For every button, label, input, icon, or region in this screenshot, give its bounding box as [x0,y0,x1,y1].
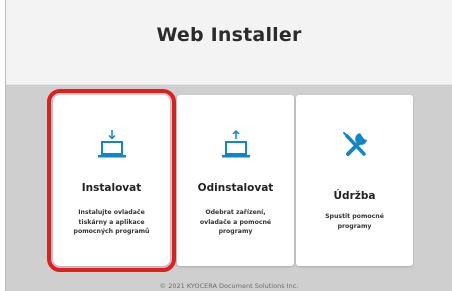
app-header: Web Installer [6,0,452,85]
install-card-description: Instalujte ovladače tiskárny a aplikace … [61,208,162,237]
laptop-upload-icon [177,128,294,162]
maintenance-card[interactable]: Údržba Spustit pomocné programy [296,95,413,266]
install-desc-line: Instalujte ovladače [78,209,145,216]
maintenance-desc-line: Spustit pomocné [325,213,384,220]
uninstall-card[interactable]: Odinstalovat Odebrat zařízení, ovladače … [177,95,294,266]
uninstall-desc-line: Odebrat zařízení, [205,209,266,216]
maintenance-desc-line: programy [337,222,372,230]
uninstall-card-description: Odebrat zařízení, ovladače a pomocné pro… [185,208,286,237]
maintenance-card-title: Údržba [333,190,376,202]
install-desc-line: tiskárny a aplikace [78,218,145,226]
uninstall-card-title: Odinstalovat [197,182,274,194]
maintenance-card-description: Spustit pomocné programy [304,212,405,231]
uninstall-desc-line: ovladače a pomocné [199,218,272,226]
install-card[interactable]: Instalovat Instalujte ovladače tiskárny … [47,89,176,272]
install-card-title: Instalovat [81,182,142,194]
main-panel: Instalovat Instalujte ovladače tiskárny … [6,85,452,291]
laptop-download-icon [53,128,170,162]
uninstall-desc-line: programy [218,228,253,235]
app-title: Web Installer [156,24,302,46]
copyright-footer: © 2021 KYOCERA Document Solutions Inc. [159,282,299,290]
install-desc-line: pomocných programů [73,228,150,235]
tools-icon [296,128,413,162]
